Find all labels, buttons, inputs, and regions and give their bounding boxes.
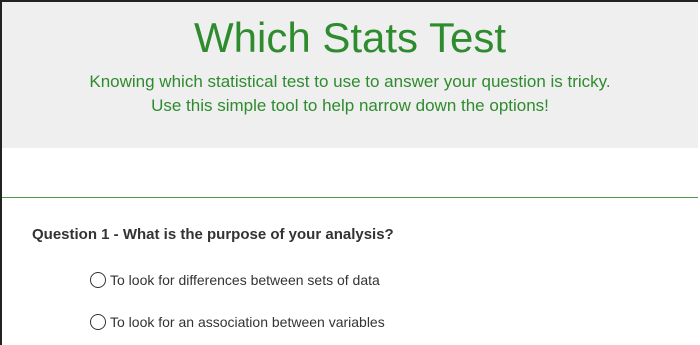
page-header: Which Stats Test Knowing which statistic… bbox=[2, 2, 698, 148]
app-frame: Which Stats Test Knowing which statistic… bbox=[0, 0, 698, 345]
page-title: Which Stats Test bbox=[193, 14, 506, 61]
option-differences[interactable]: To look for differences between sets of … bbox=[90, 272, 380, 288]
radio-button-association[interactable] bbox=[90, 314, 106, 330]
subtitle-line-1: Knowing which statistical test to use to… bbox=[89, 72, 611, 91]
option-differences-label: To look for differences between sets of … bbox=[110, 272, 380, 288]
section-divider bbox=[2, 197, 698, 198]
subtitle-line-2: Use this simple tool to help narrow down… bbox=[151, 96, 549, 115]
question-1-label: Question 1 - What is the purpose of your… bbox=[32, 226, 394, 243]
option-association[interactable]: To look for an association between varia… bbox=[90, 314, 385, 330]
radio-button-differences[interactable] bbox=[90, 272, 106, 288]
option-association-label: To look for an association between varia… bbox=[110, 314, 385, 330]
page-subtitle: Knowing which statistical test to use to… bbox=[2, 70, 698, 118]
